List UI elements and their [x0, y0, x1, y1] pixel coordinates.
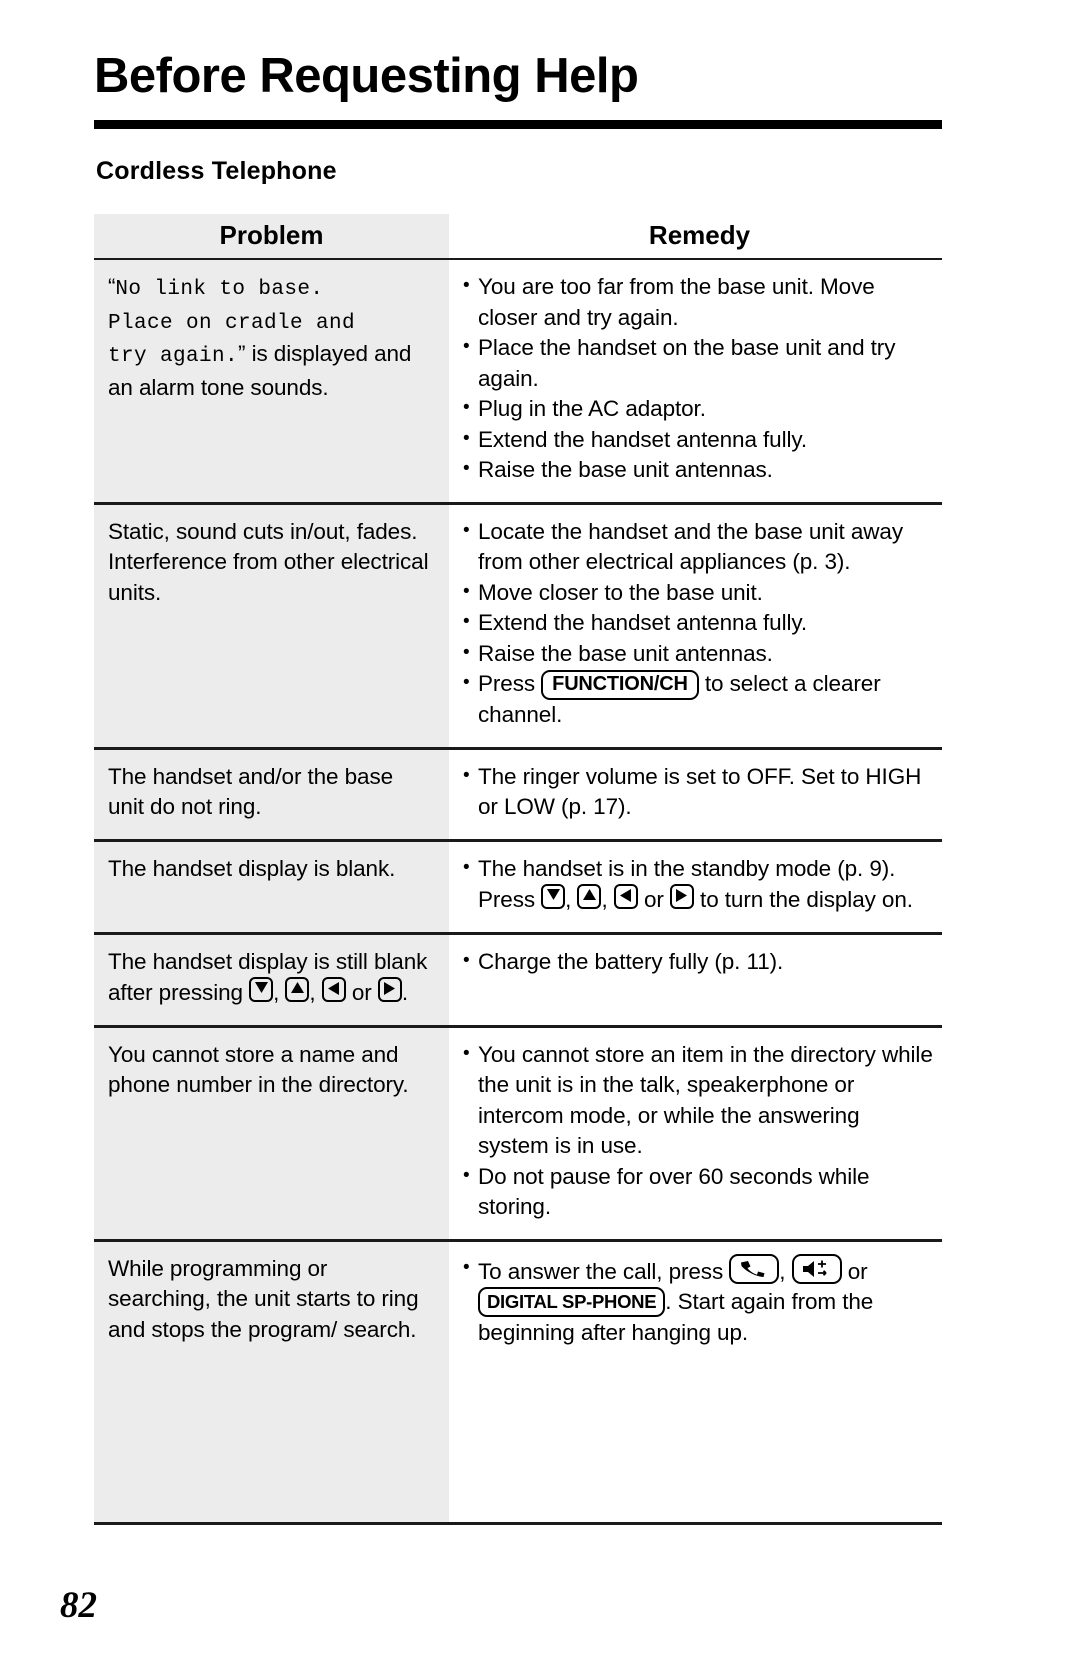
remedy-cell: The handset is in the standby mode (p. 9… — [449, 841, 942, 932]
problem-text: The handset display is still blank after… — [108, 947, 435, 1009]
problem-text-after: . — [401, 980, 408, 1005]
separator: or — [345, 980, 378, 1005]
problem-cell: The handset display is blank. — [94, 841, 449, 932]
column-header-problem: Problem — [94, 214, 449, 258]
right-arrow-icon[interactable] — [377, 977, 402, 1002]
list-item: Move closer to the base unit. — [463, 577, 936, 609]
display-message-line3: try again. — [108, 345, 239, 368]
separator: or — [841, 1258, 868, 1284]
problem-text: You cannot store a name and phone number… — [108, 1041, 409, 1098]
separator: , — [779, 1258, 792, 1284]
list-item: The handset is in the standby mode (p. 9… — [463, 853, 936, 916]
problem-cell: While programming or searching, the unit… — [94, 1241, 449, 1522]
remedy-list: The handset is in the standby mode (p. 9… — [463, 853, 936, 916]
display-message-line1: No link to base. — [115, 278, 324, 301]
remedy-cell: Charge the battery fully (p. 11). — [449, 934, 942, 1025]
table-header-row: Problem Remedy — [94, 214, 942, 260]
talk-handset-icon[interactable] — [729, 1253, 780, 1284]
list-item: You cannot store an item in the director… — [463, 1039, 936, 1162]
remedy-cell: You cannot store an item in the director… — [449, 1027, 942, 1239]
list-item: Raise the base unit antennas. — [463, 454, 936, 486]
down-arrow-icon[interactable] — [541, 884, 566, 909]
remedy-cell: The ringer volume is set to OFF. Set to … — [449, 749, 942, 839]
problem-text: The handset display is blank. — [108, 855, 396, 881]
remedy-cell: To answer the call, press , or DIGITAL S… — [449, 1241, 942, 1522]
table-row: You cannot store a name and phone number… — [94, 1027, 942, 1242]
speakerphone-icon[interactable] — [791, 1253, 842, 1284]
remedy-cell: You are too far from the base unit. Move… — [449, 260, 942, 502]
troubleshooting-table: Problem Remedy “No link to base. Place on… — [94, 214, 942, 1525]
separator: , — [273, 980, 286, 1005]
list-item: Place the handset on the base unit and t… — [463, 332, 936, 394]
list-item: Plug in the AC adaptor. — [463, 393, 936, 425]
section-title: Cordless Telephone — [96, 157, 337, 185]
title-divider — [94, 120, 942, 129]
problem-cell: Static, sound cuts in/out, fades. Interf… — [94, 504, 449, 747]
table-row: The handset and/or the base unit do not … — [94, 749, 942, 842]
remedy-list: The ringer volume is set to OFF. Set to … — [463, 761, 936, 823]
list-item: Raise the base unit antennas. — [463, 638, 936, 670]
problem-cell: The handset and/or the base unit do not … — [94, 749, 449, 839]
table-row: Static, sound cuts in/out, fades. Interf… — [94, 504, 942, 750]
problem-text: While programming or searching, the unit… — [108, 1255, 419, 1342]
list-item: Press FUNCTION/CH to select a clearer ch… — [463, 668, 936, 731]
left-arrow-icon[interactable] — [613, 884, 638, 909]
separator: or — [637, 887, 670, 912]
manual-page: Before Requesting Help Cordless Telephon… — [0, 0, 1080, 1669]
remedy-text-after: to turn the display on. — [693, 887, 913, 912]
remedy-list: Locate the handset and the base unit awa… — [463, 516, 936, 731]
remedy-cell: Locate the handset and the base unit awa… — [449, 504, 942, 747]
table-row: The handset display is blank. The handse… — [94, 841, 942, 935]
separator: , — [601, 887, 614, 912]
remedy-text-before: Press — [478, 671, 542, 696]
list-item: Locate the handset and the base unit awa… — [463, 516, 936, 578]
column-header-remedy: Remedy — [449, 214, 942, 258]
list-item: You are too far from the base unit. Move… — [463, 271, 936, 333]
remedy-list: Charge the battery fully (p. 11). — [463, 946, 936, 978]
table-row: The handset display is still blank after… — [94, 934, 942, 1028]
remedy-text-before: To answer the call, press — [478, 1258, 730, 1284]
display-message-line2: Place on cradle and — [108, 311, 356, 335]
remedy-list: You cannot store an item in the director… — [463, 1039, 936, 1223]
problem-text: The handset and/or the base unit do not … — [108, 763, 394, 820]
page-title: Before Requesting Help — [94, 49, 639, 103]
separator: , — [309, 980, 322, 1005]
list-item: Extend the handset antenna fully. — [463, 607, 936, 639]
list-item: The ringer volume is set to OFF. Set to … — [463, 761, 936, 823]
up-arrow-icon[interactable] — [285, 977, 310, 1002]
remedy-list: You are too far from the base unit. Move… — [463, 271, 936, 486]
list-item: Do not pause for over 60 seconds while s… — [463, 1161, 936, 1223]
problem-text: Static, sound cuts in/out, fades. Interf… — [108, 518, 429, 605]
right-arrow-icon[interactable] — [669, 884, 694, 909]
remedy-list: To answer the call, press , or DIGITAL S… — [463, 1253, 936, 1349]
digital-sp-phone-key[interactable]: DIGITAL SP-PHONE — [478, 1287, 666, 1317]
list-item: Extend the handset antenna fully. — [463, 424, 936, 456]
problem-text: “No link to base. Place on cradle and try … — [108, 272, 435, 403]
left-arrow-icon[interactable] — [321, 977, 346, 1002]
list-item: To answer the call, press , or DIGITAL S… — [463, 1253, 936, 1349]
function-ch-key[interactable]: FUNCTION/CH — [541, 670, 699, 700]
list-item: Charge the battery fully (p. 11). — [463, 946, 936, 978]
problem-cell: The handset display is still blank after… — [94, 934, 449, 1025]
page-number: 82 — [60, 1585, 97, 1626]
down-arrow-icon[interactable] — [249, 977, 274, 1002]
up-arrow-icon[interactable] — [577, 884, 602, 909]
separator: , — [565, 887, 578, 912]
table-row: While programming or searching, the unit… — [94, 1241, 942, 1525]
problem-cell: “No link to base. Place on cradle and try … — [94, 260, 449, 502]
problem-cell: You cannot store a name and phone number… — [94, 1027, 449, 1239]
table-row: “No link to base. Place on cradle and try … — [94, 260, 942, 505]
